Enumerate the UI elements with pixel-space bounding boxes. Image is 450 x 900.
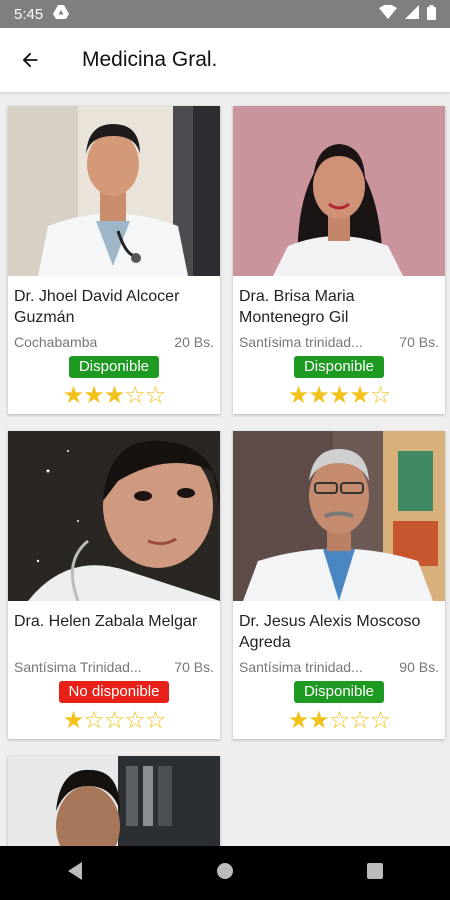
star-filled-icon: ★ <box>308 707 329 734</box>
doctor-price: 90 Bs. <box>399 659 439 675</box>
star-filled-icon: ★ <box>62 382 84 409</box>
star-filled-icon: ★ <box>62 707 84 734</box>
star-empty-icon: ☆ <box>144 382 166 409</box>
navigation-bar <box>0 846 450 900</box>
star-filled-icon: ★ <box>287 382 309 409</box>
drive-icon <box>53 5 70 23</box>
doctor-location: Santísima trinidad... <box>239 334 363 350</box>
star-filled-icon: ★ <box>349 382 370 409</box>
star-filled-icon: ★ <box>287 707 309 734</box>
rating-stars: ★★☆☆☆ <box>233 703 445 739</box>
doctor-location: Cochabamba <box>14 334 98 350</box>
doctor-name: Dr. Jesus Alexis Moscoso Agreda <box>239 613 421 651</box>
star-empty-icon: ☆ <box>144 707 166 734</box>
star-filled-icon: ★ <box>103 382 125 409</box>
triangle-back-icon <box>67 861 82 880</box>
doctor-card[interactable]: Dr. Jhoel David Alcocer Guzmán Cochabamb… <box>8 106 220 414</box>
doctor-photo <box>8 106 220 276</box>
rating-stars: ★★★★☆ <box>233 378 445 414</box>
status-badge: Disponible <box>293 681 385 703</box>
square-recents-icon <box>367 862 384 879</box>
signal-icon <box>405 5 419 23</box>
doctor-card[interactable]: Dra. Brisa Maria Montenegro Gil Santísim… <box>233 106 445 414</box>
star-empty-icon: ☆ <box>83 707 104 734</box>
star-empty-icon: ☆ <box>369 707 391 734</box>
wifi-icon <box>379 3 397 23</box>
doctor-name: Dra. Helen Zabala Melgar <box>14 613 198 630</box>
doctor-photo <box>8 431 220 601</box>
arrow-back-icon <box>22 52 38 68</box>
doctor-name: Dra. Brisa Maria Montenegro Gil <box>239 288 355 326</box>
star-empty-icon: ☆ <box>328 707 350 734</box>
status-badge: Disponible <box>68 356 160 378</box>
status-bar: 5:45 <box>0 0 450 28</box>
star-empty-icon: ☆ <box>369 382 391 409</box>
rating-stars: ★★★☆☆ <box>8 378 220 414</box>
doctor-name: Dr. Jhoel David Alcocer Guzmán <box>14 288 180 326</box>
doctor-photo <box>8 756 220 846</box>
nav-recents-button[interactable] <box>366 862 384 885</box>
star-empty-icon: ☆ <box>124 707 145 734</box>
doctor-location: Santísima Trinidad... <box>14 659 142 675</box>
back-button[interactable] <box>0 28 60 92</box>
status-badge: Disponible <box>293 356 385 378</box>
doctor-grid: Dr. Jhoel David Alcocer Guzmán Cochabamb… <box>0 96 450 846</box>
star-filled-icon: ★ <box>308 382 329 409</box>
doctor-photo <box>233 106 445 276</box>
doctor-location: Santísima trinidad... <box>239 659 363 675</box>
doctor-price: 70 Bs. <box>174 659 214 675</box>
star-filled-icon: ★ <box>83 382 104 409</box>
page-title: Medicina Gral. <box>82 48 218 71</box>
doctor-photo <box>233 431 445 601</box>
circle-home-icon <box>216 862 233 879</box>
status-time: 5:45 <box>14 5 44 23</box>
star-filled-icon: ★ <box>328 382 350 409</box>
star-empty-icon: ☆ <box>349 707 370 734</box>
nav-back-button[interactable] <box>66 861 84 886</box>
doctor-price: 20 Bs. <box>174 334 214 350</box>
doctor-card[interactable]: Dr. Jesus Alexis Moscoso Agreda Santísim… <box>233 431 445 739</box>
status-badge: No disponible <box>58 681 170 703</box>
star-empty-icon: ☆ <box>124 382 145 409</box>
rating-stars: ★☆☆☆☆ <box>8 703 220 739</box>
battery-icon <box>427 4 436 24</box>
nav-home-button[interactable] <box>215 861 235 886</box>
doctor-price: 70 Bs. <box>399 334 439 350</box>
app-bar: Medicina Gral. <box>0 28 450 92</box>
doctor-card[interactable] <box>8 756 220 846</box>
doctor-card[interactable]: Dra. Helen Zabala Melgar Santísima Trini… <box>8 431 220 739</box>
star-empty-icon: ☆ <box>103 707 125 734</box>
